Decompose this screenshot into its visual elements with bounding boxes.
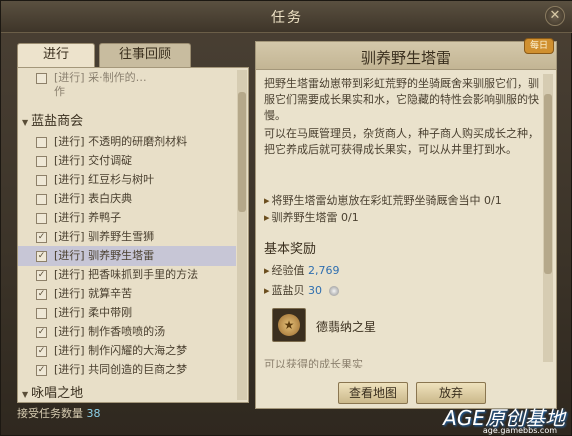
tab-in-progress[interactable]: 进行	[17, 43, 95, 67]
objective-bullet-icon: ▸	[264, 211, 270, 224]
accepted-count: 接受任务数量 38	[17, 405, 101, 421]
list-item[interactable]: ✓ [进行] 驯养野生雪狮	[18, 227, 236, 247]
daily-badge: 每日	[524, 38, 554, 54]
checkbox[interactable]: ✓	[36, 346, 47, 357]
objective-list: ▸ 将野生塔雷幼崽放在彩虹荒野坐骑厩舍当中 0/1 ▸ 驯养野生塔雷 0/1	[264, 192, 542, 226]
cut-off-text: 可以获得的成长果实	[264, 358, 363, 368]
list-item-label: [进行] 表白庆典	[54, 192, 133, 205]
list-item-label: [进行] 驯养野生雪狮	[54, 230, 155, 243]
close-button[interactable]: ✕	[545, 6, 565, 26]
list-item-label: [进行] 交付调碇	[54, 154, 133, 167]
checkbox[interactable]: ✓	[36, 365, 47, 376]
list-item-label: [进行] 共同创造的巨商之梦	[54, 363, 188, 376]
list-item-label: [进行] 红豆杉与树叶	[54, 173, 155, 186]
accepted-count-value: 38	[86, 407, 101, 420]
checkbox[interactable]	[36, 156, 47, 167]
checkbox[interactable]: ✓	[36, 327, 47, 338]
list-item[interactable]: [进行] 不透明的研磨剂材料	[18, 132, 236, 152]
exp-label: 经验值	[271, 264, 305, 277]
objective-item: ▸ 驯养野生塔雷 0/1	[264, 209, 542, 226]
list-item-label: [进行] 柔中带刚	[54, 306, 133, 319]
checkbox[interactable]	[36, 137, 47, 148]
coin-value: 30	[308, 284, 323, 297]
list-item-label: 作	[54, 85, 65, 98]
checkbox[interactable]	[36, 175, 47, 186]
star-medal-icon: ★	[278, 314, 300, 336]
reward-item-slot[interactable]: ★	[272, 308, 306, 342]
collapse-arrow-icon: ▼	[22, 118, 29, 127]
quest-description: 把野生塔雷幼崽带到彩虹荒野的坐骑厩舍来驯服它们，驯服它们需要成长果实和水，它隐藏…	[264, 76, 542, 160]
list-item[interactable]: [进行] 红豆杉与树叶	[18, 170, 236, 190]
reward-item-name: 德翡纳之星	[316, 320, 377, 334]
list-item-label: [进行] 就算辛苦	[54, 287, 133, 300]
tab-bar: 进行 往事回顾	[17, 43, 247, 67]
detail-header: 驯养野生塔雷 每日	[256, 38, 556, 70]
checkbox[interactable]: ✓	[36, 232, 47, 243]
reward-bullet-icon: ▸	[264, 284, 270, 297]
list-item-label: [进行] 制作香喷喷的汤	[54, 325, 166, 338]
list-scrollbar[interactable]	[237, 70, 247, 400]
title-bar: 任务 ✕	[1, 1, 572, 33]
group-header-blue-salt[interactable]: ▼ 蓝盐商会	[22, 110, 83, 129]
collapse-arrow-icon: ▼	[22, 390, 29, 399]
group-header-chant-land[interactable]: ▼ 咏唱之地	[22, 382, 83, 401]
quest-title: 驯养野生塔雷	[360, 49, 451, 67]
list-item[interactable]: [进行] 表白庆典	[18, 189, 236, 209]
reward-title: 基本奖励	[264, 242, 317, 257]
list-item-label: [进行] 驯养野生塔雷	[54, 249, 155, 262]
list-item-label: [进行] 不透明的研磨剂材料	[54, 135, 188, 148]
quest-list-panel: [进行] 采·制作的… 作 ▼ 蓝盐商会 [进行] 不透明的研磨剂材料 [进行] 交…	[17, 67, 249, 403]
checkbox[interactable]: ✓	[36, 251, 47, 262]
objective-text: 将野生塔雷幼崽放在彩虹荒野坐骑厩舍当中 0/1	[271, 194, 502, 207]
accepted-count-label: 接受任务数量	[17, 407, 83, 420]
detail-scrollbar[interactable]	[543, 74, 553, 362]
list-item[interactable]: ✓ [进行] 制作闪耀的大海之梦	[18, 341, 236, 361]
checkbox[interactable]: ✓	[36, 270, 47, 281]
list-item[interactable]: ✓ [进行] 驯养野生塔雷	[18, 246, 236, 266]
reward-coin: ▸ 蓝盐贝 30	[264, 282, 339, 298]
exp-value: 2,769	[308, 264, 340, 277]
group-title: 蓝盐商会	[31, 114, 84, 129]
description-paragraph: 可以在马厩管理员，杂货商人，种子商人购买成长之种，把它养成后就可获得成长果实，可…	[264, 127, 539, 156]
quest-detail-panel: 驯养野生塔雷 每日 把野生塔雷幼崽带到彩虹荒野的坐骑厩舍来驯服它们，驯服它们需要…	[255, 38, 557, 409]
reward-bullet-icon: ▸	[264, 264, 270, 277]
coin-label: 蓝盐贝	[271, 284, 305, 297]
view-map-button[interactable]: 查看地图	[338, 382, 408, 404]
list-item[interactable]: [进行] 交付调碇	[18, 151, 236, 171]
detail-scroll-thumb[interactable]	[544, 94, 552, 274]
reward-exp: ▸ 经验值 2,769	[264, 262, 340, 278]
checkbox[interactable]	[36, 213, 47, 224]
objective-bullet-icon: ▸	[264, 194, 270, 207]
list-item[interactable]: ✓ [进行] 把香味抓到手里的方法	[18, 265, 236, 285]
list-item-label: [进行] 制作闪耀的大海之梦	[54, 344, 188, 357]
quest-list: [进行] 采·制作的… 作 ▼ 蓝盐商会 [进行] 不透明的研磨剂材料 [进行] 交…	[18, 68, 236, 402]
objective-text: 驯养野生塔雷 0/1	[271, 211, 359, 224]
window-title: 任务	[271, 10, 303, 26]
list-item[interactable]: [进行] 养鸭子	[18, 208, 236, 228]
group-title: 咏唱之地	[31, 386, 84, 401]
checkbox[interactable]	[36, 194, 47, 205]
tab-history[interactable]: 往事回顾	[99, 43, 191, 67]
list-scroll-thumb[interactable]	[238, 92, 246, 212]
list-item[interactable]: ✓ [进行] 共同创造的巨商之梦	[18, 360, 236, 380]
quest-window: 任务 ✕ 进行 往事回顾 [进行] 采·制作的… 作 ▼ 蓝盐商会 [进行] 不透…	[0, 0, 572, 436]
shell-coin-icon	[328, 286, 339, 296]
checkbox[interactable]: ✓	[36, 289, 47, 300]
list-item[interactable]: ✓ [进行] 制作香喷喷的汤	[18, 322, 236, 342]
list-item[interactable]: ✓ [进行] 就算辛苦	[18, 284, 236, 304]
description-paragraph: 把野生塔雷幼崽带到彩虹荒野的坐骑厩舍来驯服它们，驯服它们需要成长果实和水，它隐藏…	[264, 77, 539, 122]
objective-item: ▸ 将野生塔雷幼崽放在彩虹荒野坐骑厩舍当中 0/1	[264, 192, 542, 209]
list-item: 作	[18, 82, 236, 102]
list-item-label: [进行] 把香味抓到手里的方法	[54, 268, 199, 281]
list-item[interactable]: [进行] 柔中带刚	[18, 303, 236, 323]
watermark-url: age.gamebbs.com	[482, 426, 557, 435]
abandon-button[interactable]: 放弃	[416, 382, 486, 404]
list-item-label: [进行] 养鸭子	[54, 211, 122, 224]
checkbox[interactable]	[36, 308, 47, 319]
